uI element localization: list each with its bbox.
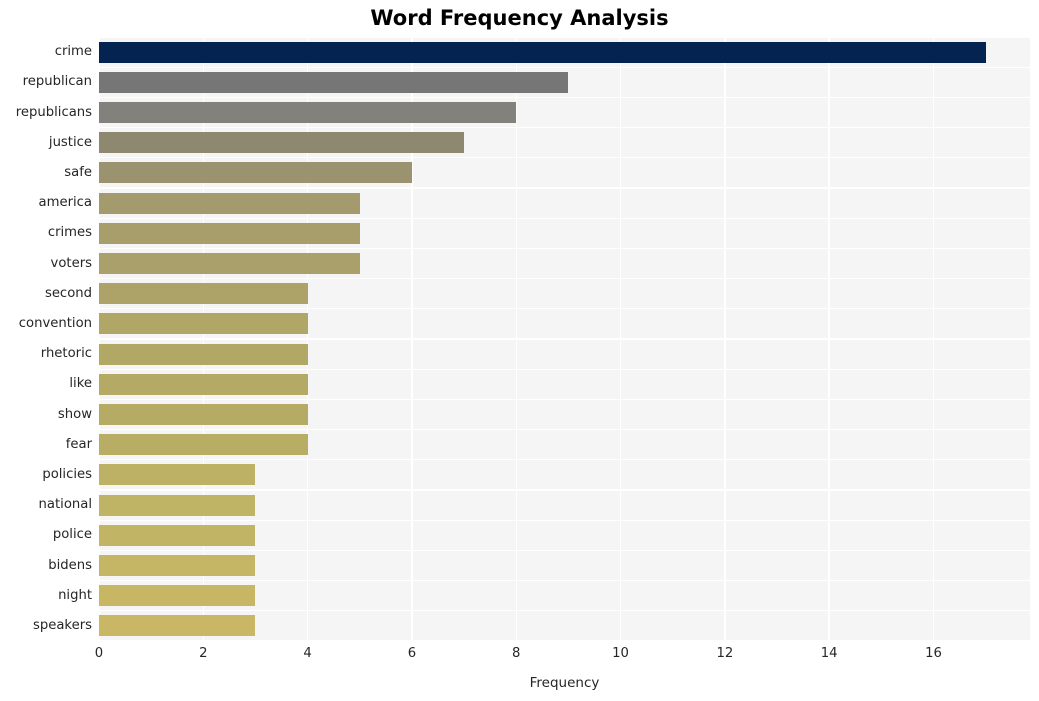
x-tick-label: 4 bbox=[303, 646, 312, 661]
horizontal-gridline bbox=[99, 579, 1030, 582]
y-axis-tick-labels: crime republican republicans justice safe ame… bbox=[0, 37, 92, 641]
horizontal-gridline bbox=[99, 428, 1030, 431]
chart-figure: Word Frequency Analysis crime republican r… bbox=[0, 0, 1039, 701]
y-tick-label: crimes bbox=[47, 225, 92, 241]
y-tick-label: fear bbox=[65, 436, 92, 452]
y-tick-label: speakers bbox=[32, 617, 92, 633]
bar bbox=[99, 71, 569, 93]
horizontal-gridline bbox=[99, 217, 1030, 219]
horizontal-gridline bbox=[99, 96, 1030, 99]
horizontal-gridline bbox=[99, 338, 1030, 340]
bar bbox=[99, 464, 256, 486]
bar bbox=[99, 404, 308, 425]
bar bbox=[99, 555, 256, 576]
y-tick-label: night bbox=[58, 587, 92, 603]
y-tick-label: safe bbox=[64, 164, 92, 180]
x-tick-label: 0 bbox=[94, 646, 104, 661]
y-tick-label: police bbox=[52, 527, 92, 543]
horizontal-gridline bbox=[99, 489, 1030, 491]
bar bbox=[99, 585, 256, 607]
horizontal-gridline bbox=[99, 308, 1030, 310]
bar bbox=[99, 524, 256, 546]
bar bbox=[99, 222, 360, 244]
bar bbox=[99, 192, 360, 214]
bar bbox=[99, 615, 256, 637]
x-tick-label: 14 bbox=[820, 646, 838, 661]
x-tick-label: 12 bbox=[716, 646, 734, 661]
horizontal-gridline bbox=[99, 126, 1030, 129]
horizontal-gridline bbox=[99, 519, 1030, 521]
y-tick-label: crime bbox=[54, 44, 92, 60]
bar bbox=[99, 343, 308, 365]
chart-title: Word Frequency Analysis bbox=[370, 6, 669, 30]
bar bbox=[99, 41, 986, 63]
y-tick-label: show bbox=[57, 406, 92, 422]
y-tick-label: second bbox=[44, 285, 92, 301]
bar bbox=[99, 434, 308, 456]
y-tick-label: like bbox=[69, 376, 92, 392]
x-tick-label: 10 bbox=[612, 646, 629, 661]
x-tick-label: 6 bbox=[407, 646, 417, 661]
bar bbox=[99, 132, 465, 154]
horizontal-gridline bbox=[99, 247, 1030, 250]
horizontal-gridline bbox=[99, 66, 1030, 68]
horizontal-gridline bbox=[99, 157, 1030, 159]
y-tick-label: convention bbox=[18, 315, 92, 331]
y-tick-label: justice bbox=[48, 134, 92, 150]
bar bbox=[99, 253, 360, 274]
x-tick-label: 8 bbox=[512, 646, 521, 661]
horizontal-gridline bbox=[99, 368, 1030, 370]
y-tick-label: voters bbox=[50, 255, 92, 271]
bar bbox=[99, 494, 256, 516]
bar bbox=[99, 102, 517, 123]
x-axis-label: Frequency bbox=[529, 675, 600, 691]
y-tick-label: republican bbox=[22, 74, 92, 90]
horizontal-gridline bbox=[99, 610, 1030, 612]
y-tick-label: national bbox=[38, 497, 92, 513]
y-tick-label: policies bbox=[42, 466, 92, 482]
y-tick-label: rhetoric bbox=[40, 346, 92, 362]
bar bbox=[99, 162, 412, 184]
horizontal-gridline bbox=[99, 459, 1030, 461]
y-tick-label: america bbox=[38, 195, 92, 211]
bar bbox=[99, 373, 308, 395]
x-tick-label: 2 bbox=[199, 646, 208, 661]
y-tick-label: republicans bbox=[15, 104, 92, 120]
y-tick-label: bidens bbox=[48, 557, 92, 573]
x-tick-label: 16 bbox=[925, 646, 942, 661]
horizontal-gridline bbox=[99, 640, 1030, 641]
bar bbox=[99, 313, 308, 335]
horizontal-gridline bbox=[99, 187, 1030, 189]
x-axis-tick-labels: 0 2 4 6 8 10 12 14 16 bbox=[0, 646, 1039, 666]
horizontal-gridline bbox=[99, 37, 1030, 38]
horizontal-gridline bbox=[99, 398, 1030, 401]
horizontal-gridline bbox=[99, 277, 1030, 280]
horizontal-gridline bbox=[99, 549, 1030, 552]
bar bbox=[99, 283, 308, 305]
plot-area bbox=[99, 37, 1030, 641]
